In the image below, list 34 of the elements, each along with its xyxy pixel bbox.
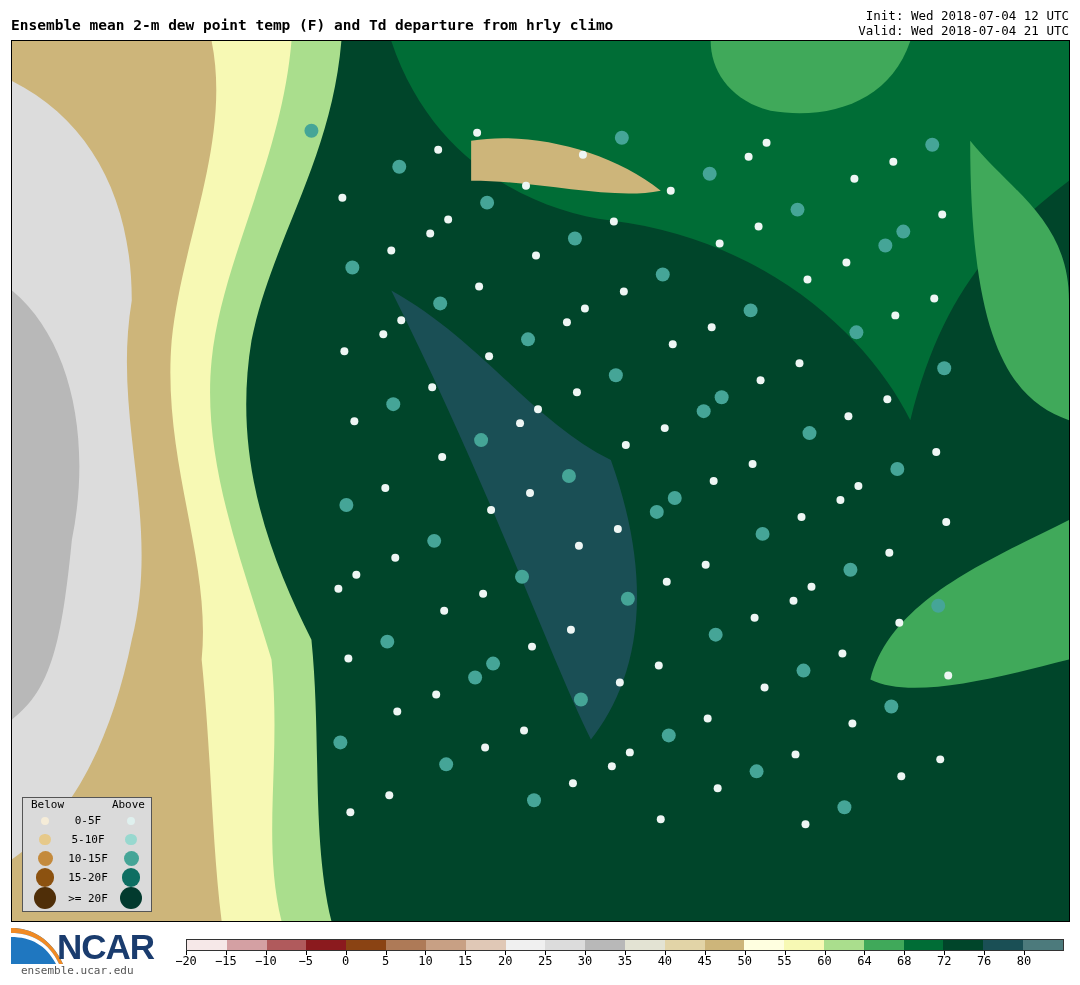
valid-time: Valid: Wed 2018-07-04 21 UTC <box>858 23 1069 38</box>
tick-label: 20 <box>498 954 513 968</box>
tick-label: 40 <box>657 954 673 968</box>
website-url: ensemble.ucar.edu <box>21 964 135 977</box>
legend-label: >= 20F <box>67 891 109 905</box>
tick-label: −5 <box>298 954 313 968</box>
logo-wordmark: NCAR <box>57 930 155 964</box>
tick-label: 60 <box>817 954 832 968</box>
init-time: Init: Wed 2018-07-04 12 UTC <box>865 8 1069 23</box>
tick-label: 64 <box>857 954 872 968</box>
legend-label: 10-15F <box>67 852 109 865</box>
tick-label: −10 <box>254 954 277 968</box>
tick-label: 10 <box>418 954 433 968</box>
legend-heading: Above <box>111 799 145 811</box>
tick-label: 72 <box>937 954 952 968</box>
tick-label: 35 <box>617 954 633 968</box>
tick-label: 25 <box>537 954 553 968</box>
tick-label: 15 <box>458 954 473 968</box>
tick-label: 45 <box>697 954 712 968</box>
legend-label: 0-5F <box>73 814 103 827</box>
tick-label: 5 <box>381 954 390 968</box>
legend-label: 15-20F <box>67 871 109 884</box>
tick-label: 50 <box>737 954 752 968</box>
legend-heading: Below <box>31 799 65 811</box>
tick-label: −15 <box>215 954 237 968</box>
legend-label: 5-10F <box>70 833 106 846</box>
tick-label: −20 <box>175 954 197 968</box>
tick-label: 55 <box>777 954 792 968</box>
chart-title: Ensemble mean 2-m dew point temp (F) and Td departure from hrly climo <box>11 17 614 35</box>
tick-label: 68 <box>897 954 912 968</box>
tick-label: 76 <box>976 954 992 968</box>
tick-label: 30 <box>577 954 593 968</box>
tick-label: 80 <box>1016 954 1032 968</box>
tick-label: 0 <box>342 954 350 968</box>
